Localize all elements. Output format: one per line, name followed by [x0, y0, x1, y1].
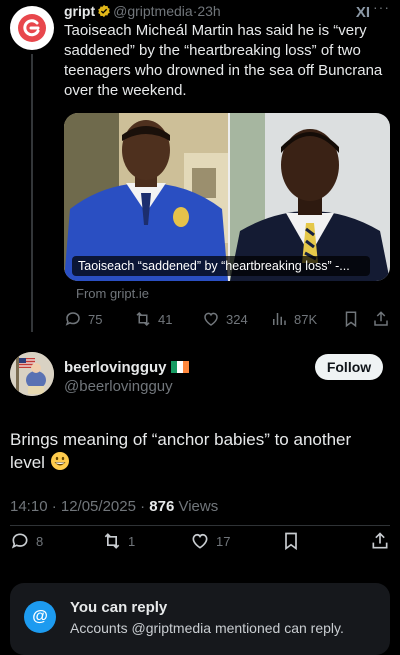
original-views-button[interactable]: 87K [270, 310, 317, 328]
original-share-button[interactable] [372, 310, 390, 328]
heart-icon [202, 310, 220, 328]
reply-views-count: 876 [149, 498, 175, 515]
repost-count: 41 [158, 311, 173, 327]
original-handle[interactable]: @griptmedia [113, 3, 193, 19]
thread-line [31, 54, 33, 332]
original-time[interactable]: 23h [197, 3, 220, 19]
gript-logo-icon [18, 14, 46, 42]
link-card-media[interactable]: Taoiseach “saddened” by “heartbreaking l… [64, 113, 390, 281]
repost-icon [134, 310, 152, 328]
more-options-icon[interactable]: ··· [373, 0, 390, 15]
share-icon [372, 310, 390, 328]
bookmark-icon [281, 531, 301, 551]
reply-repost-count: 1 [128, 533, 136, 549]
reply-views-label: Views [174, 498, 219, 515]
original-tweet-text: Taoiseach Micheál Martin has said he is … [64, 22, 383, 99]
reply-icon [10, 531, 30, 551]
reply-icon [64, 310, 82, 328]
you-can-reply-title: You can reply [70, 599, 168, 616]
meta-divider [10, 525, 390, 526]
like-count: 324 [226, 311, 248, 327]
mention-at-icon: @ [24, 601, 56, 633]
beerlovingguy-avatar[interactable] [10, 352, 54, 396]
follow-button[interactable]: Follow [315, 354, 383, 380]
reply-reply-count: 8 [36, 533, 44, 549]
original-like-button[interactable]: 324 [202, 310, 248, 328]
views-icon [270, 310, 288, 328]
reply-repost-button[interactable]: 1 [102, 531, 135, 551]
reply-bookmark-button[interactable] [281, 531, 301, 551]
you-can-reply-card: @ You can reply Accounts @griptmedia men… [10, 583, 390, 655]
reply-like-button[interactable]: 17 [190, 531, 230, 551]
reply-reply-button[interactable]: 8 [10, 531, 43, 551]
share-icon [370, 531, 390, 551]
views-count: 87K [294, 311, 318, 327]
x-logo-icon: XI [355, 4, 370, 21]
reply-timestamp[interactable]: 14:10 · 12/05/2025 · [10, 498, 149, 515]
reply-meta: 14:10 · 12/05/2025 · 876 Views [10, 498, 218, 515]
reply-share-button[interactable] [370, 531, 390, 551]
original-tweet-header: gript @griptmedia·23h [64, 3, 390, 21]
verified-badge-icon [97, 4, 111, 18]
link-source[interactable]: From gript.ie [76, 286, 149, 301]
media-caption: Taoiseach “saddened” by “heartbreaking l… [72, 256, 370, 276]
original-actions-bar: 75 41 324 87K [64, 310, 390, 330]
original-display-name[interactable]: gript [64, 3, 95, 19]
repost-icon [102, 531, 122, 551]
reply-handle[interactable]: @beerlovingguy [64, 378, 173, 395]
ireland-flag-icon [170, 361, 189, 373]
reply-author-line: beerlovingguy [64, 359, 189, 376]
original-bookmark-button[interactable] [342, 310, 360, 328]
gript-avatar[interactable] [10, 6, 54, 50]
reply-display-name[interactable]: beerlovingguy [64, 359, 167, 376]
reply-actions-bar: 8 1 17 [10, 531, 390, 555]
bookmark-icon [342, 310, 360, 328]
reply-text-block: Brings meaning of “anchor babies” to ano… [10, 428, 382, 474]
original-reply-button[interactable]: 75 [64, 310, 102, 328]
reply-like-count: 17 [216, 533, 231, 549]
grinning-face-emoji-icon [50, 451, 70, 471]
heart-icon [190, 531, 210, 551]
reply-count: 75 [88, 311, 103, 327]
original-repost-button[interactable]: 41 [134, 310, 172, 328]
you-can-reply-subtitle: Accounts @griptmedia mentioned can reply… [70, 620, 344, 636]
